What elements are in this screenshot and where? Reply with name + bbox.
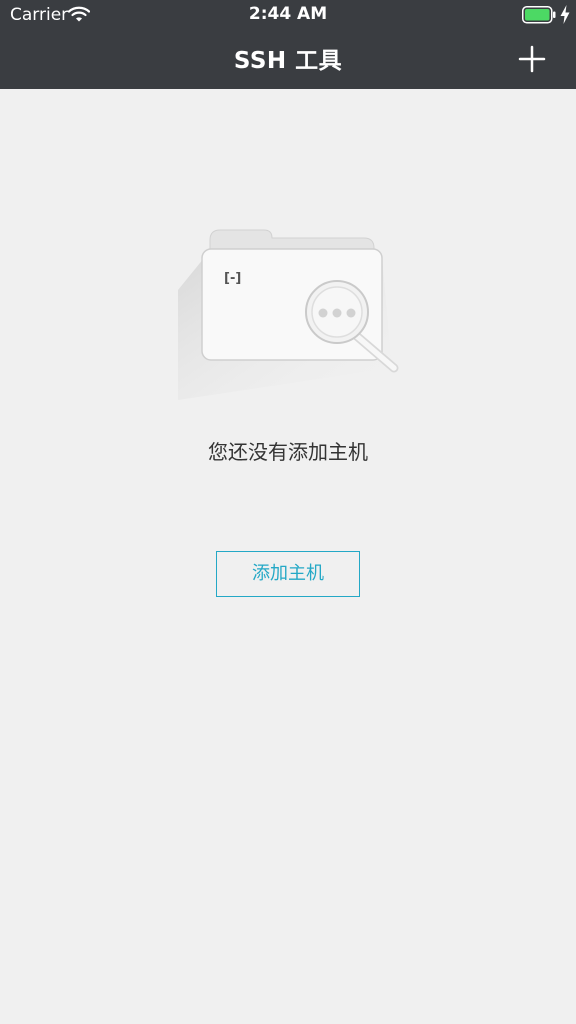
add-host-button[interactable]: 添加主机 — [216, 551, 360, 597]
empty-folder-search-icon: [-] — [178, 229, 399, 400]
page-title: SSH 工具 — [233, 48, 343, 74]
status-time: 2:44 AM — [248, 4, 328, 24]
status-bar: Carrier 2:44 AM — [0, 0, 576, 30]
navigation-bar: Carrier 2:44 AM SSH 工具 — [0, 0, 576, 89]
plus-icon[interactable] — [516, 43, 548, 75]
battery-icon — [522, 6, 556, 24]
svg-text:[-]: [-] — [224, 271, 241, 286]
empty-state-message: 您还没有添加主机 — [208, 440, 368, 464]
charging-bolt-icon — [560, 5, 570, 24]
